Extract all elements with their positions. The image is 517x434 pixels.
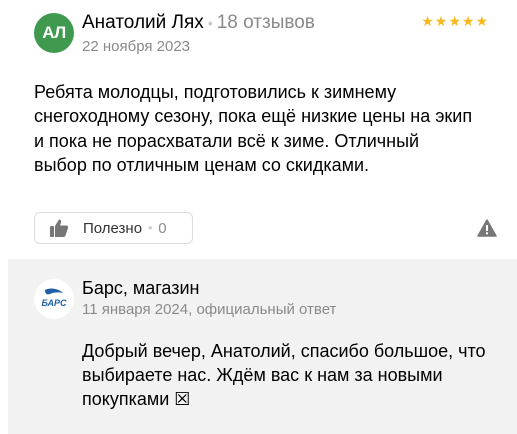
reply-date: 11 января 2024 [82, 301, 189, 318]
rating-stars: ★★★★★ [421, 13, 489, 29]
shop-logo-text: БАРС [41, 298, 67, 308]
author-line: Анатолий Лях • 18 отзывов [82, 12, 315, 34]
reply-meta: 11 января 2024, официальный ответ [82, 301, 337, 318]
useful-button[interactable]: Полезно • 0 [34, 212, 193, 244]
useful-label: Полезно [83, 219, 143, 237]
shop-logo[interactable]: БАРС [34, 279, 74, 319]
author-name[interactable]: Анатолий Лях [82, 12, 204, 34]
review-date: 22 ноября 2023 [82, 38, 191, 55]
separator-dot: • [207, 15, 213, 31]
shop-name[interactable]: Барс, магазин [82, 278, 199, 299]
useful-count: 0 [158, 219, 167, 237]
report-warning-icon[interactable] [477, 219, 497, 237]
reply-type: официальный ответ [196, 301, 337, 318]
avatar-initials: АЛ [42, 23, 66, 42]
separator-dot: • [148, 221, 153, 235]
thumbs-up-icon [49, 218, 69, 238]
review-text: Ребята молодцы, подготовились к зимнему … [34, 82, 473, 176]
avatar[interactable]: АЛ [34, 13, 74, 53]
reply-text: Добрый вечер, Анатолий, спасибо большое,… [82, 341, 486, 409]
official-reply: БАРС Барс, магазин 11 января 2024, офици… [8, 259, 517, 434]
author-reviews-count: 18 отзывов [216, 12, 315, 33]
